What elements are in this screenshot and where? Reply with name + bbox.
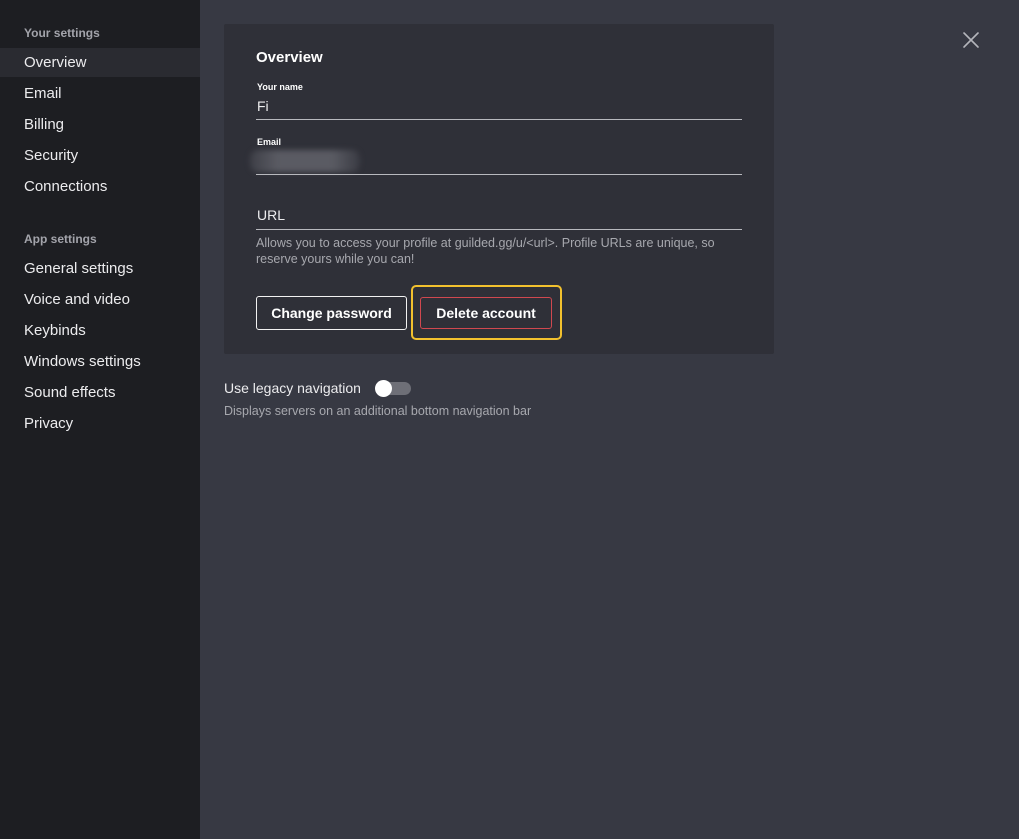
sidebar-item-overview[interactable]: Overview [0,48,200,77]
close-icon-glyph [963,32,979,48]
sidebar-item-connections[interactable]: Connections [0,172,200,201]
close-icon[interactable] [959,28,983,52]
your-settings-header: Your settings [24,26,100,40]
email-field[interactable] [250,150,360,172]
sidebar-item-billing[interactable]: Billing [0,110,200,139]
name-field-label: Your name [257,82,303,92]
overview-title: Overview [256,49,323,66]
legacy-navigation-label: Use legacy navigation [224,380,361,396]
name-field-underline [256,119,742,120]
settings-main-panel: Overview Your name Fi Email URL Allows y… [200,0,1019,839]
url-hint: Allows you to access your profile at gui… [256,236,715,266]
sidebar-item-keybinds[interactable]: Keybinds [0,316,200,345]
sidebar-item-general-settings[interactable]: General settings [0,254,200,283]
settings-sidebar: Your settings Overview Email Billing Sec… [0,0,200,839]
overview-card: Overview Your name Fi Email URL Allows y… [224,24,774,354]
sidebar-item-privacy[interactable]: Privacy [0,409,200,438]
app-settings-header: App settings [24,232,97,246]
sidebar-item-voice-and-video[interactable]: Voice and video [0,285,200,314]
sidebar-item-security[interactable]: Security [0,141,200,170]
legacy-navigation-description: Displays servers on an additional bottom… [224,404,532,418]
legacy-navigation-toggle[interactable] [375,380,411,397]
change-password-button[interactable]: Change password [256,296,407,330]
sidebar-item-windows-settings[interactable]: Windows settings [0,347,200,376]
sidebar-item-sound-effects[interactable]: Sound effects [0,378,200,407]
email-field-underline [256,174,742,175]
url-field-underline [256,229,742,230]
delete-account-button[interactable]: Delete account [420,297,552,329]
name-field[interactable]: Fi [257,98,269,114]
sidebar-item-email[interactable]: Email [0,79,200,108]
toggle-knob [375,380,392,397]
email-field-label: Email [257,137,282,147]
url-field[interactable]: URL [257,207,285,223]
